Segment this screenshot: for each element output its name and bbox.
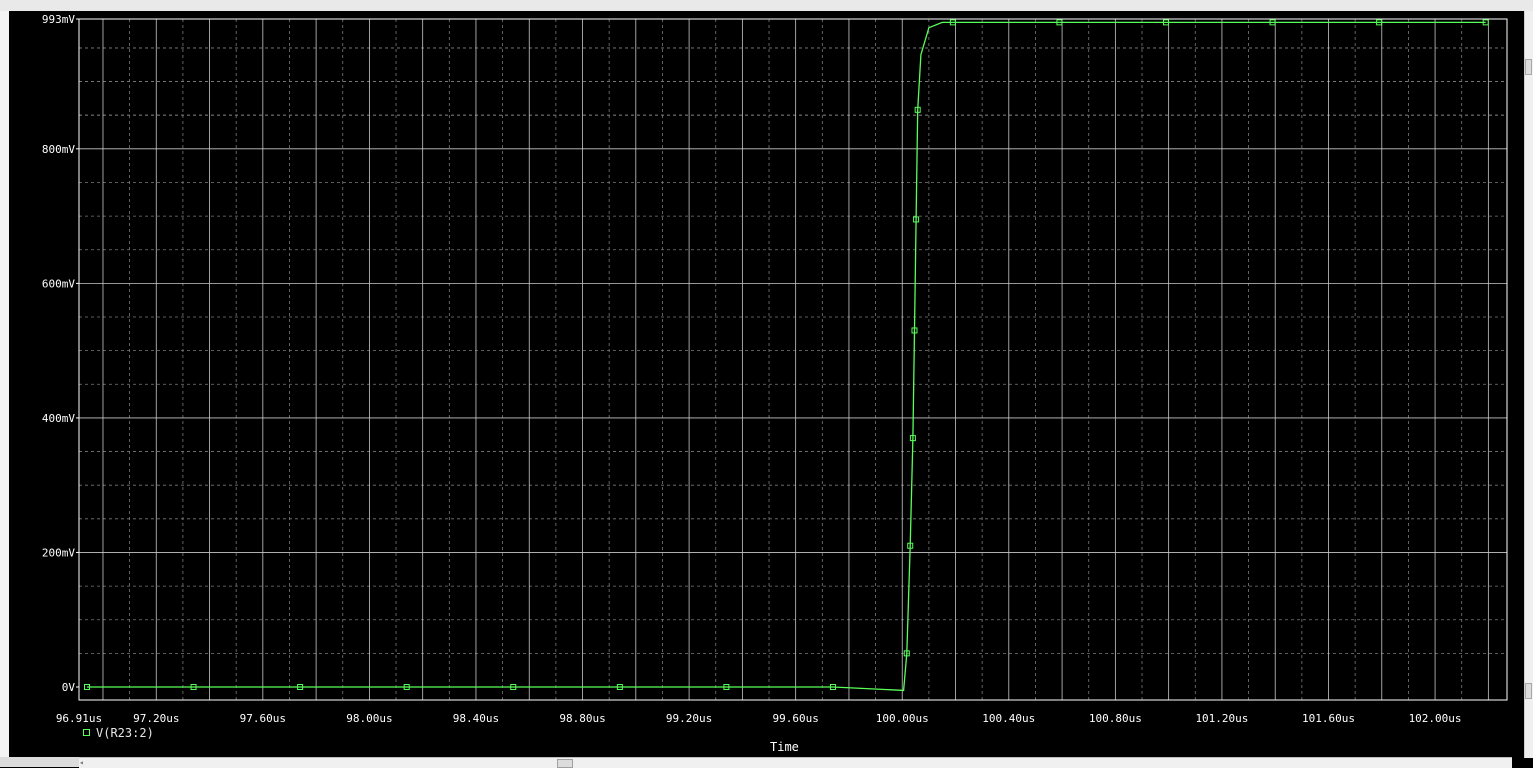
legend-label: V(R23:2) [96,726,154,740]
x-tick-label: 98.00us [346,712,392,725]
legend-square-marker-icon [83,729,90,736]
y-axis-tick-labels: 0V 200mV 400mV 600mV 800mV 993mV [42,13,79,694]
horizontal-scrollbar[interactable]: ◂ [79,757,1512,768]
trace-line-v-r23-2 [87,21,1486,692]
trace-markers [83,19,1489,690]
scroll-left-arrow-icon[interactable]: ◂ [79,759,89,767]
x-tick-label: 102.00us [1409,712,1462,725]
x-tick-label: 101.60us [1302,712,1355,725]
x-tick-label: 97.20us [133,712,179,725]
x-tick-label: 99.60us [772,712,818,725]
y-tick-label: 200mV [42,546,75,559]
x-axis-title: Time [770,740,799,754]
y-tick-label: 800mV [42,143,75,156]
x-tick-label: 96.91us [56,712,102,725]
y-tick-label: 600mV [42,277,75,290]
x-tick-label: 100.40us [982,712,1035,725]
plot-area[interactable]: 0V 200mV 400mV 600mV 800mV 993mV 96.91us 97.20… [0,0,1533,767]
bottom-left-strip [0,757,79,767]
x-tick-label: 101.20us [1195,712,1248,725]
x-tick-label: 97.60us [240,712,286,725]
minor-grid [79,19,1507,700]
y-tick-label: 400mV [42,412,75,425]
x-tick-label: 98.80us [559,712,605,725]
major-grid [79,19,1507,700]
legend[interactable]: V(R23:2) [83,726,154,740]
x-tick-label: 98.40us [453,712,499,725]
x-tick-label: 99.20us [666,712,712,725]
x-axis-tick-labels: 96.91us 97.20us 97.60us 98.00us 98.40us 98.80… [56,712,1462,725]
y-tick-label: 993mV [42,13,75,26]
x-tick-label: 100.00us [876,712,929,725]
plot-frame [78,18,1508,701]
y-tick-label: 0V [62,681,76,694]
x-tick-label: 100.80us [1089,712,1142,725]
